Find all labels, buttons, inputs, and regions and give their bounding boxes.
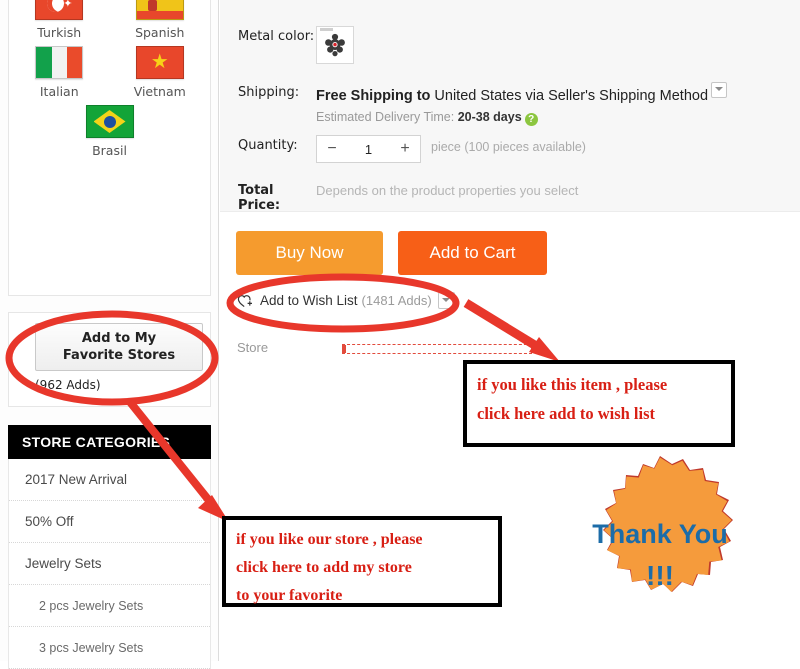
language-panel: Japanese Thai ✦ Turkish Spanish <box>8 0 211 296</box>
estimated-delivery-value: 20-38 days <box>457 110 522 124</box>
language-item-vietnam[interactable]: ★ Vietnam <box>110 46 211 99</box>
category-label: 2 pcs Jewelry Sets <box>39 598 144 613</box>
thank-you-line2: !!! <box>646 560 674 591</box>
shipping-free-text: Free Shipping to <box>316 88 431 104</box>
quantity-label: Quantity: <box>238 138 298 153</box>
wish-note-line1: if you like this item , please <box>477 375 668 394</box>
category-item-3-pcs-jewelry-sets[interactable]: 3 pcs Jewelry Sets <box>9 627 210 669</box>
category-item-jewelry-sets[interactable]: Jewelry Sets <box>9 543 210 585</box>
language-item-italian[interactable]: Italian <box>9 46 110 99</box>
language-item-brasil[interactable]: Brasil <box>9 105 210 158</box>
page-root: Japanese Thai ✦ Turkish Spanish <box>0 0 800 669</box>
estimated-delivery-label: Estimated Delivery Time: <box>316 110 455 124</box>
add-to-cart-button[interactable]: Add to Cart <box>398 231 547 275</box>
chevron-down-icon[interactable] <box>437 292 455 309</box>
store-categories-header: STORE CATEGORIES <box>8 425 211 459</box>
quantity-input[interactable]: 1 <box>347 142 390 157</box>
store-note-line3: to your favorite <box>236 587 343 604</box>
language-grid: Japanese Thai ✦ Turkish Spanish <box>9 0 210 164</box>
category-label: 50% Off <box>25 514 74 529</box>
product-properties-panel: Metal color: Shipping: Free Shipping to … <box>220 0 800 213</box>
shipping-label: Shipping: <box>238 85 300 100</box>
language-item-spanish[interactable]: Spanish <box>110 0 211 40</box>
total-price-label: Total Price: <box>238 183 281 213</box>
shipping-row: Shipping: Free Shipping to United States… <box>238 82 728 126</box>
annotation-note-favorite-store: if you like our store , please click her… <box>222 516 502 607</box>
estimated-delivery-row: Estimated Delivery Time: 20-38 days? <box>316 110 727 126</box>
language-label: Italian <box>39 84 79 99</box>
flag-vietnam-icon: ★ <box>135 46 184 79</box>
total-price-value: Depends on the product properties you se… <box>316 183 579 198</box>
wish-list-count: (1481 Adds) <box>361 293 432 308</box>
flag-italy-icon <box>35 46 84 79</box>
total-price-row: Total Price: Depends on the product prop… <box>238 180 578 213</box>
language-label: Brasil <box>92 143 127 158</box>
favorite-button-label-line2: Favorite Stores <box>62 348 176 363</box>
category-label: 3 pcs Jewelry Sets <box>39 640 144 655</box>
category-item-2-pcs-jewelry-sets[interactable]: 2 pcs Jewelry Sets <box>9 585 210 627</box>
left-sidebar: Japanese Thai ✦ Turkish Spanish <box>0 0 219 669</box>
language-label: Spanish <box>135 25 185 40</box>
metal-color-swatch[interactable] <box>316 26 354 64</box>
language-label: Turkish <box>37 25 82 40</box>
category-item-50-off[interactable]: 50% Off <box>9 501 210 543</box>
store-note-line1: if you like our store , please <box>236 531 423 548</box>
language-item-turkish[interactable]: ✦ Turkish <box>9 0 110 40</box>
quantity-stepper[interactable]: − 1 + <box>316 135 421 163</box>
buy-now-button[interactable]: Buy Now <box>236 231 383 275</box>
store-label: Store <box>237 340 269 355</box>
store-placeholder-bar <box>342 344 532 354</box>
thank-you-text-wrap: Thank You !!! <box>560 455 760 655</box>
category-label: 2017 New Arrival <box>25 472 128 487</box>
shipping-destination: United States via Seller's Shipping Meth… <box>434 88 709 104</box>
shipping-method-value[interactable]: Free Shipping to United States via Selle… <box>316 82 728 105</box>
quantity-decrease-button[interactable]: − <box>317 140 347 158</box>
store-row: Store <box>237 340 567 362</box>
pendant-thumbnail-icon <box>325 33 345 57</box>
add-to-favorite-stores-button[interactable]: Add to My Favorite Stores <box>35 323 203 371</box>
favorite-store-panel: Add to My Favorite Stores (962 Adds) <box>8 312 211 407</box>
heart-plus-icon <box>237 293 254 309</box>
category-label: Jewelry Sets <box>25 556 102 571</box>
thank-you-line1: Thank You <box>592 519 728 549</box>
quantity-availability-note: piece (100 pieces available) <box>431 140 586 154</box>
chevron-down-icon[interactable] <box>711 82 728 98</box>
flag-turkey-icon: ✦ <box>35 0 84 20</box>
add-to-wish-list-row[interactable]: Add to Wish List (1481 Adds) <box>237 292 455 309</box>
store-note-line2: click here to add my store <box>236 559 412 576</box>
favorite-button-label-line1: Add to My <box>81 331 157 346</box>
purchase-button-row: Buy Now Add to Cart <box>236 231 547 275</box>
help-icon[interactable]: ? <box>524 113 538 126</box>
metal-color-label: Metal color: <box>238 29 315 44</box>
flag-spain-icon <box>135 0 184 20</box>
store-categories-list: 2017 New Arrival 50% Off Jewelry Sets 2 … <box>8 459 211 669</box>
wish-note-line2: click here add to wish list <box>477 404 655 423</box>
favorite-adds-count: (962 Adds) <box>35 378 101 392</box>
category-item-2017-new-arrival[interactable]: 2017 New Arrival <box>9 459 210 501</box>
quantity-increase-button[interactable]: + <box>390 140 420 158</box>
flag-brazil-icon <box>85 105 134 138</box>
metal-color-row: Metal color: <box>238 26 354 64</box>
annotation-note-wish-list: if you like this item , please click her… <box>463 360 735 447</box>
wish-list-label: Add to Wish List <box>260 293 358 308</box>
language-label: Vietnam <box>133 84 186 99</box>
quantity-row: Quantity: − 1 + piece (100 pieces availa… <box>238 135 586 163</box>
thank-you-text: Thank You !!! <box>560 517 760 593</box>
